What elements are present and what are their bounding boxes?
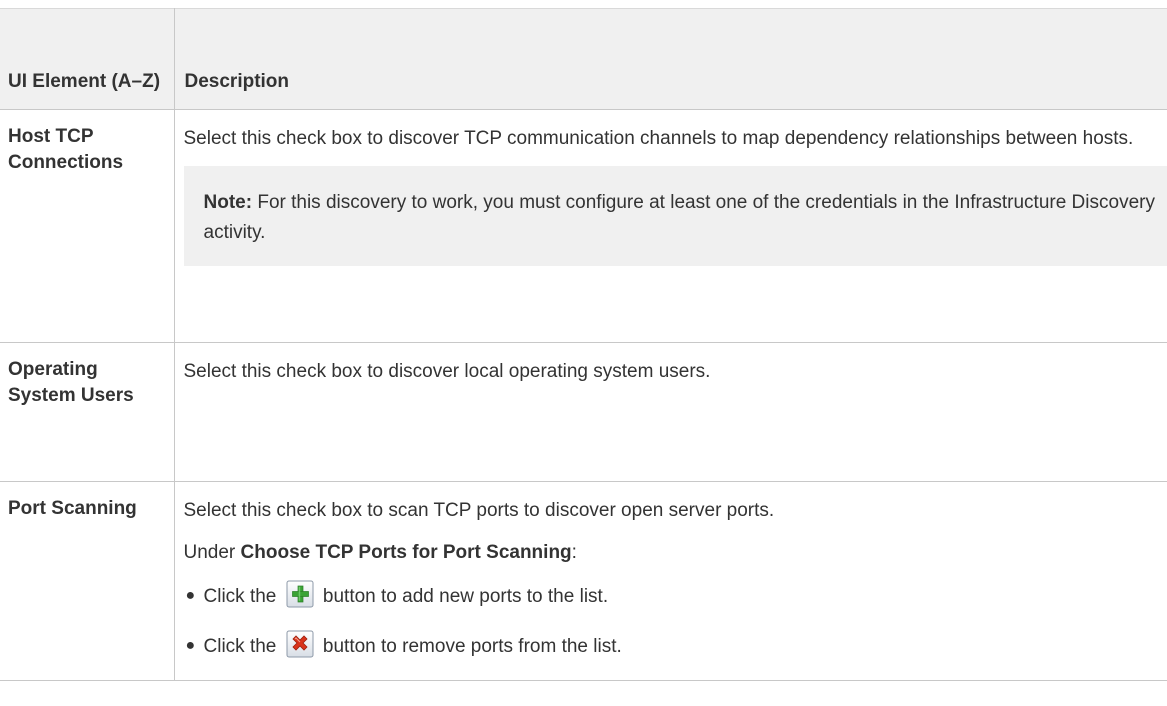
ui-element-name: Operating System Users [0,342,175,482]
ui-element-description: Select this check box to discover TCP co… [174,109,1167,343]
list-item: ● Click the [184,630,1167,662]
description-text: Select this check box to discover TCP co… [183,128,1134,149]
table-row: Operating System Users Select this check… [0,342,1167,482]
remove-icon [286,630,314,658]
column-header-ui-element: UI Element (A–Z) [0,8,175,110]
column-header-description: Description [174,8,1167,110]
description-text: Select this check box to scan TCP ports … [183,500,775,521]
list-item: ● Click the [184,580,1167,612]
table-row: Port Scanning Select this check box to s… [0,481,1167,681]
description-text: Select this check box to discover local … [183,361,711,382]
table-header-row: UI Element (A–Z) Description [0,8,1167,110]
note-label: Note: [203,192,253,213]
note-body: For this discovery to work, you must con… [203,192,1155,243]
ui-element-description: Select this check box to discover local … [174,342,1167,482]
ui-element-name: Host TCP Connections [0,109,175,343]
bullet-icon: ● [185,637,196,654]
under-bold-label: Choose TCP Ports for Port Scanning [240,542,572,563]
table-row: Host TCP Connections Select this check b… [0,109,1167,343]
note-text: Note: For this discovery to work, you mu… [204,192,1155,243]
bullet-icon: ● [185,587,196,604]
add-icon [286,580,314,608]
note-box: Note: For this discovery to work, you mu… [183,166,1167,266]
bullet-list: ● Click the button to add new ports to t… [184,580,1167,662]
ui-element-table: UI Element (A–Z) Description Host TCP Co… [0,8,1167,681]
ui-element-description: Select this check box to scan TCP ports … [174,481,1167,681]
ui-element-name: Port Scanning [0,481,175,681]
under-text: Under Choose TCP Ports for Port Scanning… [183,542,577,563]
